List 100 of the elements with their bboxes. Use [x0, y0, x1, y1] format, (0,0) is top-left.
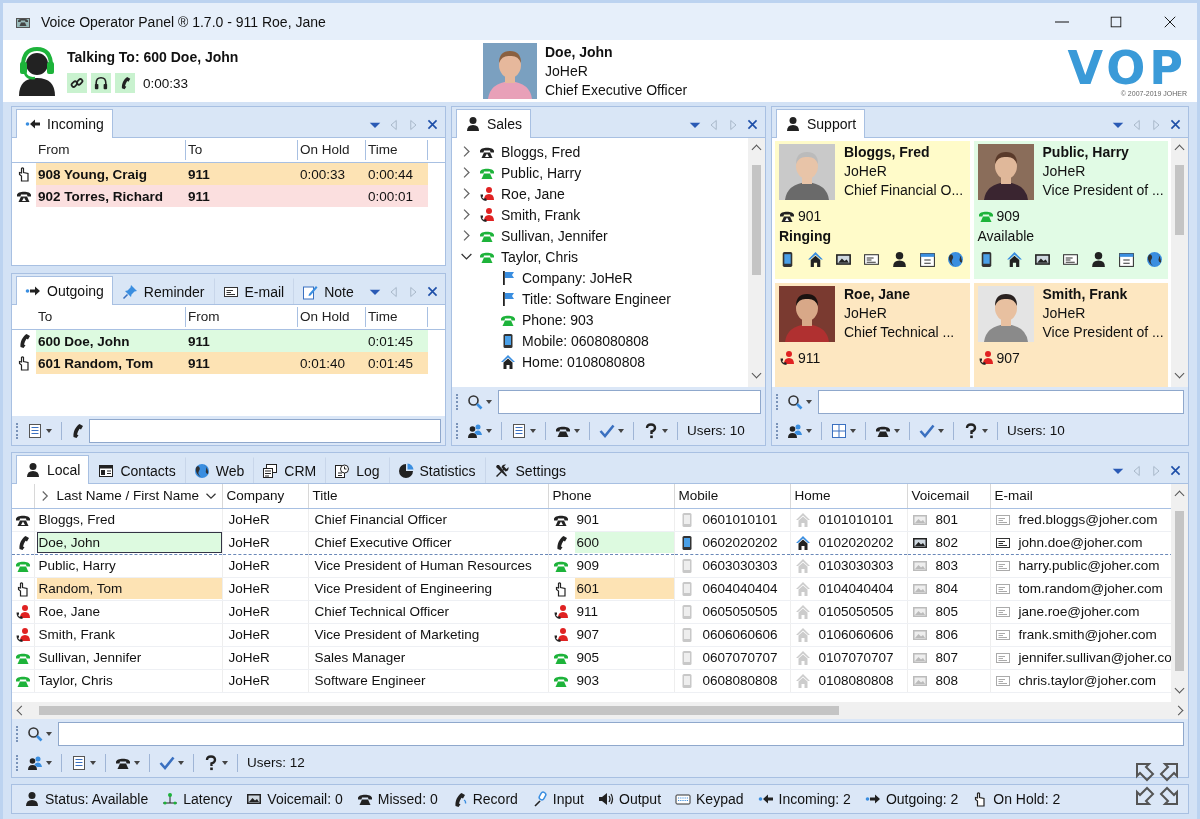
table-cell-text: 0:00:33	[299, 166, 347, 182]
tab[interactable]: Sales	[456, 109, 532, 138]
column-header[interactable]: Company	[222, 484, 308, 508]
hand-icon	[16, 355, 32, 371]
close-icon[interactable]	[426, 118, 439, 131]
check-icon	[159, 754, 175, 771]
contact-name[interactable]: Bloggs, Fred	[501, 143, 581, 160]
status-item[interactable]: Record	[451, 791, 518, 807]
tab[interactable]: Support	[776, 109, 866, 138]
close-icon[interactable]	[1169, 118, 1182, 131]
close-icon[interactable]	[746, 118, 759, 131]
transfer-button[interactable]	[67, 73, 87, 93]
status-item[interactable]: Missed: 0	[356, 791, 438, 807]
scrollbar[interactable]	[1171, 484, 1188, 702]
picture-frame-icon[interactable]	[1033, 251, 1051, 268]
contact-name[interactable]: Public, Harry	[501, 164, 582, 181]
status-item[interactable]: On Hold: 2	[972, 791, 1061, 807]
table-cell: 600	[574, 532, 674, 553]
tab[interactable]: Incoming	[16, 109, 113, 138]
search-field[interactable]	[498, 389, 761, 414]
call-row[interactable]: 902 Torres, Richard 911 0:00:01	[36, 185, 428, 207]
tab[interactable]: Reminder	[112, 278, 214, 304]
table-row[interactable]: Doe, John JoHeR Chief Executive Officer 600 0602020202 0102020202 802 john.doe@joher.com	[12, 531, 1171, 554]
table-cell-text: 0103030303	[817, 557, 895, 575]
contact-card[interactable]: Public, Harry JoHeR Vice President of ... 909 Available	[973, 141, 1168, 279]
column-header[interactable]: Time	[366, 307, 428, 327]
column-header[interactable]: Mobile	[674, 484, 790, 508]
expand-arrows-icon[interactable]	[1133, 760, 1181, 808]
house-icon	[794, 534, 811, 551]
globe-icon[interactable]	[947, 251, 964, 268]
call-row[interactable]: 908 Young, Craig 911 0:00:33 0:00:44	[36, 163, 428, 185]
person-icon[interactable]	[1089, 251, 1107, 268]
column-header[interactable]: Last Name / First Name	[56, 488, 200, 504]
table-cell-text: 0606060606	[701, 626, 779, 644]
help-icon	[203, 754, 219, 771]
status-item[interactable]: Keypad	[675, 791, 744, 807]
person-icon[interactable]	[891, 251, 908, 268]
column-header[interactable]: From	[186, 307, 298, 327]
picture-frame-icon[interactable]	[835, 251, 852, 268]
scrollbar[interactable]	[12, 702, 1188, 719]
status-item[interactable]: Voicemail: 0	[246, 791, 343, 807]
close-icon[interactable]	[1169, 464, 1182, 477]
table-cell: Random, Tom	[36, 578, 222, 599]
tab[interactable]: Log	[325, 457, 389, 483]
search-field[interactable]	[818, 389, 1184, 414]
calendar-icon[interactable]	[1117, 251, 1135, 268]
call-row[interactable]: 600 Doe, John 911 0:01:45	[36, 330, 428, 352]
contact-card[interactable]: Roe, Jane JoHeR Chief Technical ... 911	[775, 283, 970, 387]
scrollbar[interactable]	[1171, 138, 1188, 387]
contact-name[interactable]: Smith, Frank	[501, 206, 581, 223]
house-icon[interactable]	[1005, 251, 1023, 268]
headset-button[interactable]	[91, 73, 111, 93]
tab[interactable]: Statistics	[388, 457, 485, 483]
column-header[interactable]: To	[186, 140, 298, 160]
search-field[interactable]	[58, 721, 1184, 746]
column-header[interactable]: From	[36, 140, 186, 160]
status-item[interactable]: Status: Available	[24, 791, 149, 807]
calendar-icon[interactable]	[919, 251, 936, 268]
column-header[interactable]: On Hold	[298, 140, 366, 160]
tab[interactable]: Note	[293, 278, 363, 304]
tab[interactable]: Settings	[484, 457, 576, 483]
contact-name[interactable]: Roe, Jane	[501, 185, 565, 202]
status-item[interactable]: Latency	[162, 791, 233, 807]
call-row[interactable]: 601 Random, Tom 911 0:01:40 0:01:45	[36, 352, 428, 374]
contact-card[interactable]: Smith, Frank JoHeR Vice President of ... 907	[973, 283, 1168, 387]
scrollbar[interactable]	[748, 138, 765, 387]
table-cell-text: 807	[934, 649, 960, 667]
status-item[interactable]: Output	[598, 791, 662, 807]
flag-icon	[500, 269, 516, 286]
house-icon[interactable]	[807, 251, 824, 268]
extension-number: 907	[996, 350, 1020, 366]
column-header[interactable]: On Hold	[298, 307, 366, 327]
tab[interactable]: Web	[184, 457, 254, 483]
tab[interactable]: CRM	[253, 457, 326, 483]
column-header[interactable]: Title	[308, 484, 548, 508]
close-icon[interactable]	[426, 285, 439, 298]
contact-card[interactable]: Bloggs, Fred JoHeR Chief Financial O... 901 Ringing	[775, 141, 970, 279]
contact-detail: Title: Software Engineer	[522, 290, 671, 307]
column-header[interactable]: Home	[790, 484, 907, 508]
contact-name[interactable]: Sullivan, Jennifer	[501, 227, 608, 244]
tab[interactable]: Local	[16, 455, 90, 484]
busy-person-icon	[552, 626, 569, 643]
person-icon	[24, 791, 40, 807]
globe-icon[interactable]	[1145, 251, 1163, 268]
column-header[interactable]: To	[36, 307, 186, 327]
status-item[interactable]: Input	[531, 791, 584, 807]
tab[interactable]: E-mail	[213, 278, 294, 304]
card-icon[interactable]	[1061, 251, 1079, 268]
hangup-button[interactable]	[115, 73, 135, 93]
card-icon[interactable]	[863, 251, 880, 268]
table-row[interactable]: Random, Tom JoHeR Vice President of Engineering 601 0604040404 0104040404 804 tom.random@joher.com	[12, 577, 1171, 600]
column-header[interactable]: Time	[366, 140, 428, 160]
status-item[interactable]: Incoming: 2	[757, 791, 851, 807]
contact-name[interactable]: Taylor, Chris	[501, 248, 579, 265]
column-header[interactable]: Voicemail	[907, 484, 990, 508]
tab[interactable]: Outgoing	[16, 276, 113, 305]
column-header[interactable]: Phone	[548, 484, 674, 508]
dial-field[interactable]	[89, 418, 441, 443]
tab[interactable]: Contacts	[89, 457, 185, 483]
status-item[interactable]: Outgoing: 2	[864, 791, 959, 807]
